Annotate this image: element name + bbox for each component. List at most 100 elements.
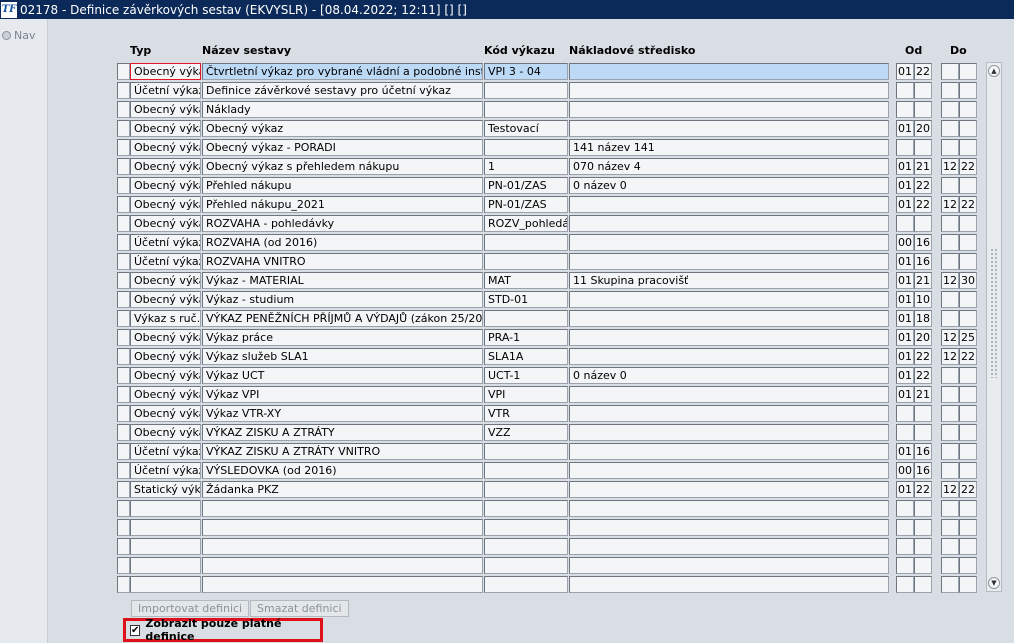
cell-kod[interactable]: [484, 557, 568, 574]
table-row[interactable]: Obecný výkazObecný výkazTestovací0120: [117, 119, 987, 138]
cell-nazev[interactable]: [202, 500, 483, 517]
cell-nazev[interactable]: Výkaz služeb SLA1: [202, 348, 483, 365]
row-selector[interactable]: [117, 481, 130, 498]
cell-od-year[interactable]: [914, 424, 932, 441]
down-arrow-icon[interactable]: ▼: [988, 577, 1000, 589]
cell-do-month[interactable]: [941, 386, 959, 403]
cell-nakladove[interactable]: [569, 386, 889, 403]
cell-kod[interactable]: PRA-1: [484, 329, 568, 346]
cell-od-year[interactable]: [914, 215, 932, 232]
cell-nakladove[interactable]: [569, 538, 889, 555]
cell-od-month[interactable]: [896, 139, 914, 156]
row-selector[interactable]: [117, 405, 130, 422]
cell-od-year[interactable]: 21: [914, 386, 932, 403]
cell-do-year[interactable]: 25: [959, 329, 977, 346]
cell-nakladove[interactable]: [569, 63, 889, 80]
scroll-grip[interactable]: [990, 248, 998, 378]
cell-do-month[interactable]: [941, 424, 959, 441]
cell-typ[interactable]: Obecný výkaz: [130, 215, 201, 232]
cell-nakladove[interactable]: [569, 576, 889, 593]
cell-od-month[interactable]: [896, 500, 914, 517]
cell-nakladove[interactable]: [569, 557, 889, 574]
cell-typ[interactable]: Obecný výkaz: [130, 367, 201, 384]
row-selector[interactable]: [117, 158, 130, 175]
table-row[interactable]: Obecný výkazVýkaz prácePRA-1 0120 1225: [117, 328, 987, 347]
cell-kod[interactable]: [484, 462, 568, 479]
cell-od-year[interactable]: 22: [914, 63, 932, 80]
cell-kod[interactable]: [484, 481, 568, 498]
cell-nazev[interactable]: Obecný výkaz s přehledem nákupu: [202, 158, 483, 175]
cell-typ[interactable]: Obecný výkaz: [130, 272, 201, 289]
cell-do-year[interactable]: [959, 139, 977, 156]
cell-nakladove[interactable]: [569, 82, 889, 99]
cell-do-year[interactable]: 22: [959, 348, 977, 365]
cell-typ[interactable]: Obecný výkaz: [130, 101, 201, 118]
cell-kod[interactable]: [484, 82, 568, 99]
cell-od-month[interactable]: 01: [896, 367, 914, 384]
import-definition-button[interactable]: Importovat definici: [131, 600, 250, 617]
cell-do-year[interactable]: [959, 234, 977, 251]
cell-do-year[interactable]: 22: [959, 481, 977, 498]
row-selector[interactable]: [117, 348, 130, 365]
cell-od-month[interactable]: 00: [896, 462, 914, 479]
row-selector[interactable]: [117, 519, 130, 536]
cell-nazev[interactable]: Přehled nákupu: [202, 177, 483, 194]
row-selector[interactable]: [117, 462, 130, 479]
cell-od-month[interactable]: [896, 519, 914, 536]
cell-nakladove[interactable]: [569, 310, 889, 327]
cell-nazev[interactable]: VÝKAZ PENĚŽNÍCH PŘÍJMŮ A VÝDAJŮ (zákon 2…: [202, 310, 483, 327]
cell-kod[interactable]: [484, 139, 568, 156]
cell-nazev[interactable]: [202, 576, 483, 593]
cell-do-year[interactable]: 22: [959, 158, 977, 175]
cell-do-year[interactable]: [959, 443, 977, 460]
cell-typ[interactable]: Statický výkaz: [130, 481, 201, 498]
cell-do-month[interactable]: [941, 82, 959, 99]
cell-od-month[interactable]: 01: [896, 177, 914, 194]
table-row[interactable]: Statický výkazŽádanka PKZ01221222: [117, 480, 987, 499]
cell-do-month[interactable]: [941, 234, 959, 251]
cell-do-year[interactable]: 22: [959, 196, 977, 213]
cell-od-year[interactable]: 18: [914, 310, 932, 327]
cell-nazev[interactable]: ROZVAHA VNITRO: [202, 253, 483, 270]
cell-nakladove[interactable]: [569, 120, 889, 137]
cell-nazev[interactable]: Výkaz - studium: [202, 291, 483, 308]
cell-od-year[interactable]: [914, 538, 932, 555]
cell-typ[interactable]: [130, 538, 201, 555]
cell-typ[interactable]: Obecný výkaz: [130, 158, 201, 175]
cell-typ[interactable]: Obecný výkaz: [130, 120, 201, 137]
cell-od-month[interactable]: 01: [896, 348, 914, 365]
cell-kod[interactable]: [484, 253, 568, 270]
cell-nakladove[interactable]: [569, 500, 889, 517]
cell-nakladove[interactable]: [569, 519, 889, 536]
row-selector[interactable]: [117, 329, 130, 346]
table-row[interactable]: [117, 537, 987, 556]
cell-od-month[interactable]: 01: [896, 329, 914, 346]
row-selector[interactable]: [117, 101, 130, 118]
cell-od-month[interactable]: [896, 101, 914, 118]
cell-od-year[interactable]: 16: [914, 253, 932, 270]
cell-typ[interactable]: [130, 519, 201, 536]
cell-do-month[interactable]: 12: [941, 272, 959, 289]
table-row[interactable]: Obecný výkazObecný výkaz s přehledem nák…: [117, 157, 987, 176]
cell-do-year[interactable]: [959, 538, 977, 555]
cell-typ[interactable]: [130, 576, 201, 593]
cell-od-year[interactable]: [914, 101, 932, 118]
valid-only-checkbox[interactable]: ✔: [130, 624, 141, 636]
table-row[interactable]: Obecný výkazČtvrtletní výkaz pro vybrané…: [117, 62, 987, 81]
table-row[interactable]: [117, 518, 987, 537]
row-selector[interactable]: [117, 310, 130, 327]
table-row[interactable]: Účetní výkaz VÝSLEDOVKA (od 2016) 00 16: [117, 461, 987, 480]
cell-do-month[interactable]: 12: [941, 348, 959, 365]
cell-od-year[interactable]: 22: [914, 177, 932, 194]
cell-nakladove[interactable]: [569, 329, 889, 346]
cell-nazev[interactable]: Výkaz VPI: [202, 386, 483, 403]
cell-od-year[interactable]: [914, 519, 932, 536]
row-selector[interactable]: [117, 443, 130, 460]
cell-od-year[interactable]: [914, 576, 932, 593]
table-row[interactable]: Obecný výkazVýkaz služeb SLA1SLA1A012212…: [117, 347, 987, 366]
vertical-scrollbar[interactable]: ▲ ▼: [986, 62, 1002, 592]
cell-do-year[interactable]: [959, 519, 977, 536]
cell-do-year[interactable]: [959, 500, 977, 517]
cell-od-year[interactable]: [914, 82, 932, 99]
cell-kod[interactable]: [484, 500, 568, 517]
